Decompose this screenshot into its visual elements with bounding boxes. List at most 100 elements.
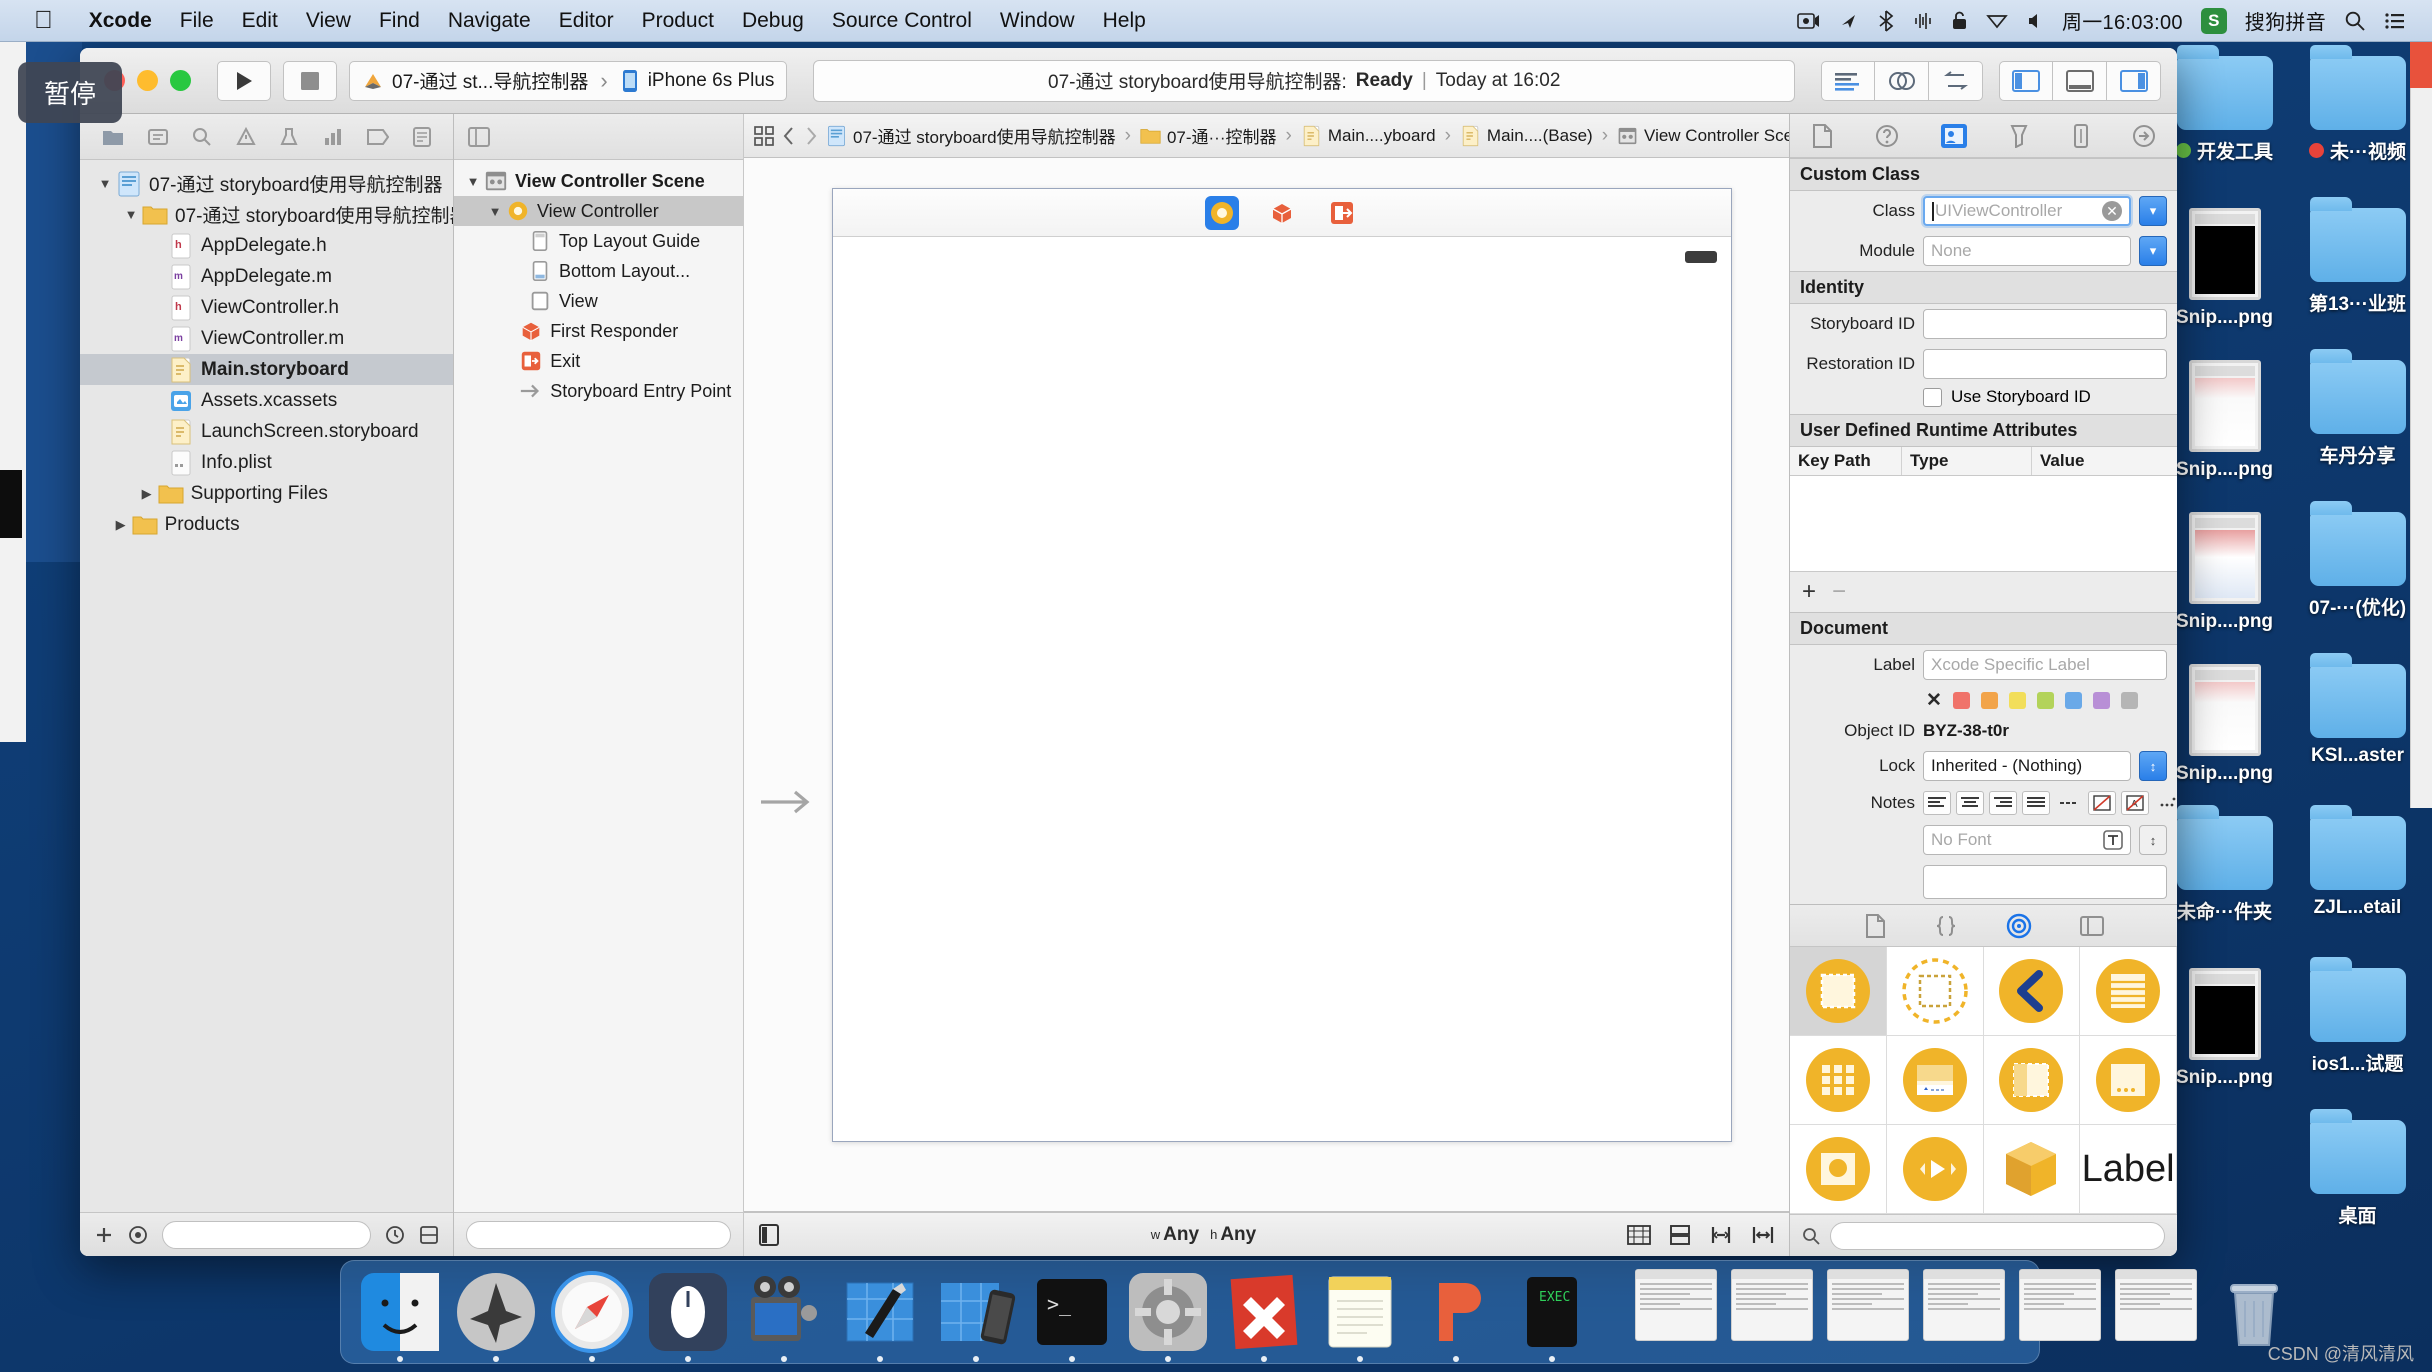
lock-select[interactable]: Inherited - (Nothing) <box>1923 751 2131 781</box>
breakpoint-navigator-icon[interactable] <box>367 128 390 146</box>
attributes-inspector-icon[interactable] <box>2008 124 2030 148</box>
label-color-swatch[interactable] <box>1980 692 1998 709</box>
desktop-icon[interactable]: Snip....png <box>2160 962 2289 1114</box>
pages-icon[interactable] <box>1413 1269 1499 1362</box>
project-tree-row[interactable]: h ViewController.h <box>80 292 453 323</box>
desktop-icon[interactable]: 07-···(优化) <box>2293 501 2422 658</box>
document-label-input[interactable]: Xcode Specific Label <box>1923 650 2167 680</box>
align-justify-icon[interactable] <box>2022 791 2050 815</box>
code-snippet-library-icon[interactable] <box>1934 915 1958 937</box>
project-tree-row[interactable]: Info.plist <box>80 447 453 478</box>
filter-icon[interactable] <box>128 1225 148 1245</box>
outline-row[interactable]: ▼ View Controller Scene <box>454 166 743 196</box>
disclosure-triangle[interactable]: ▼ <box>94 176 116 191</box>
volume-icon[interactable] <box>2026 12 2044 30</box>
minimized-window-6[interactable] <box>2115 1269 2201 1355</box>
recent-files-icon[interactable] <box>385 1225 405 1245</box>
hide-navigator-icon[interactable] <box>1999 60 2053 101</box>
stop-button[interactable] <box>283 60 337 101</box>
bluetooth-icon[interactable] <box>1877 9 1895 32</box>
desktop-icon[interactable]: 未命···件夹 <box>2160 805 2289 962</box>
zoom-button[interactable] <box>170 70 191 91</box>
menu-item-help[interactable]: Help <box>1089 9 1160 33</box>
label-color-swatch[interactable] <box>2064 692 2082 709</box>
connections-inspector-icon[interactable] <box>2132 124 2156 148</box>
project-tree-row[interactable]: ▶ Products <box>80 509 453 540</box>
notes-font-field[interactable]: No Font <box>1923 825 2131 855</box>
back-chevron-icon[interactable] <box>782 125 796 146</box>
finder-icon[interactable] <box>357 1269 443 1362</box>
restoration-id-input[interactable] <box>1923 349 2167 379</box>
library-item[interactable] <box>1790 1125 1887 1214</box>
outline-row[interactable]: Top Layout Guide <box>454 226 743 256</box>
menu-item-file[interactable]: File <box>166 9 228 33</box>
media-library-icon[interactable] <box>2079 915 2104 937</box>
class-dropdown-button[interactable]: ▾ <box>2139 196 2167 226</box>
constraints-icon[interactable] <box>1627 1224 1651 1246</box>
run-button[interactable] <box>217 60 271 101</box>
minimized-window-1[interactable] <box>1635 1269 1721 1355</box>
minimized-window-2[interactable] <box>1731 1269 1817 1355</box>
storyboard-canvas[interactable] <box>744 158 1789 1212</box>
hide-debug-area-icon[interactable] <box>2053 60 2107 101</box>
pin-icon[interactable] <box>1751 1224 1775 1246</box>
module-dropdown-button[interactable]: ▾ <box>2139 236 2167 266</box>
desktop-icon[interactable]: ios1...试题 <box>2293 957 2422 1114</box>
exit-icon[interactable] <box>1325 196 1359 230</box>
notification-center-icon[interactable] <box>2384 11 2406 31</box>
disclosure-triangle[interactable]: ▼ <box>462 174 484 189</box>
notes-font-stepper[interactable]: ↕ <box>2139 825 2167 855</box>
outline-row[interactable]: ▼ View Controller <box>454 196 743 226</box>
object-library-icon[interactable] <box>2006 913 2032 939</box>
input-method-badge[interactable]: S <box>2200 7 2227 34</box>
jump-bar-crumb[interactable]: 07-通过 storyboard使用导航控制器 <box>826 123 1116 148</box>
align-right-icon[interactable] <box>1989 791 2017 815</box>
file-inspector-icon[interactable] <box>1811 123 1833 148</box>
sound-wave-icon[interactable] <box>1913 11 1933 31</box>
menu-bar-clock[interactable]: 周一16:03:00 <box>2062 6 2183 35</box>
menu-item-product[interactable]: Product <box>628 9 728 33</box>
desktop-icon[interactable]: Snip....png <box>2160 354 2289 506</box>
library-item[interactable] <box>1983 1036 2081 1125</box>
size-class-toggle-icon[interactable] <box>758 1223 780 1247</box>
jump-bar-crumb[interactable]: Main....yboard <box>1301 125 1436 146</box>
desktop-icon[interactable]: Snip....png <box>2160 506 2289 658</box>
list-icon[interactable] <box>2055 791 2083 815</box>
menu-item-find[interactable]: Find <box>365 9 434 33</box>
debug-navigator-icon[interactable] <box>323 127 343 147</box>
menu-item-edit[interactable]: Edit <box>228 9 292 33</box>
resize-handle[interactable] <box>1685 251 1717 263</box>
use-storyboard-id-checkbox[interactable] <box>1923 387 1942 407</box>
module-input[interactable]: None <box>1923 236 2131 266</box>
airplay-icon[interactable] <box>1839 11 1859 31</box>
disclosure-triangle[interactable]: ▶ <box>110 517 132 533</box>
no-color-icon[interactable] <box>2088 791 2116 815</box>
minimize-button[interactable] <box>137 70 158 91</box>
library-item[interactable] <box>1886 1125 1984 1214</box>
desktop-icon[interactable]: 开发工具 <box>2160 45 2289 202</box>
library-item[interactable] <box>1790 1036 1887 1125</box>
assistant-editor-icon[interactable] <box>1875 60 1929 101</box>
project-navigator-icon[interactable] <box>102 127 124 147</box>
minus-icon[interactable]: − <box>1832 578 1846 606</box>
add-icon[interactable] <box>94 1225 114 1245</box>
screen-record-icon[interactable] <box>1797 11 1821 31</box>
project-tree-row[interactable]: m AppDelegate.m <box>80 261 453 292</box>
notes-icon[interactable] <box>1317 1269 1403 1362</box>
label-color-swatch[interactable] <box>2092 692 2110 709</box>
xmind-icon[interactable] <box>1221 1269 1307 1362</box>
label-color-swatch[interactable] <box>2036 692 2054 709</box>
desktop-icon[interactable]: ZJL...etail <box>2293 805 2422 962</box>
search-icon[interactable] <box>2344 10 2366 32</box>
lock-stepper-button[interactable]: ↕ <box>2139 751 2167 781</box>
version-editor-icon[interactable] <box>1929 60 1983 101</box>
library-item[interactable] <box>1790 947 1887 1036</box>
no-text-color-icon[interactable]: A <box>2121 791 2149 815</box>
minimized-window-5[interactable] <box>2019 1269 2105 1355</box>
standard-editor-icon[interactable] <box>1821 60 1875 101</box>
view-controller-view[interactable] <box>833 237 1731 1141</box>
menu-item-editor[interactable]: Editor <box>545 9 628 33</box>
navigator-filter-input[interactable] <box>162 1220 371 1249</box>
disclosure-triangle[interactable]: ▼ <box>484 204 506 219</box>
desktop-icon[interactable]: 未···视频 <box>2293 45 2422 202</box>
